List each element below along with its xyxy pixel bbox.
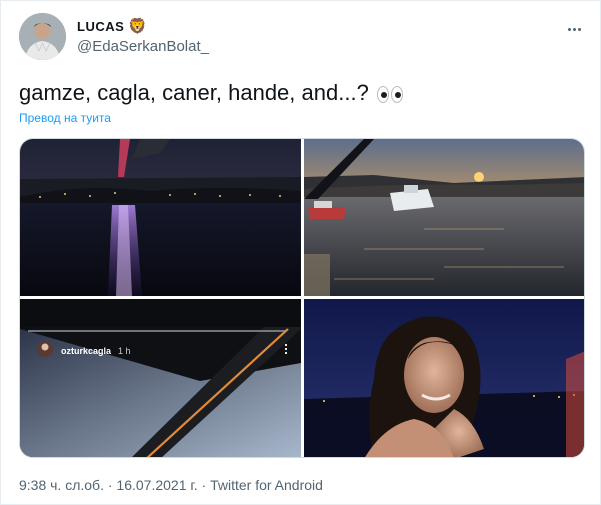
eyes-emoji — [376, 85, 403, 103]
story-username: ozturkcagla — [61, 346, 112, 356]
photo-instagram-story[interactable]: ozturkcagla 1 h — [20, 299, 301, 457]
author-names: LUCAS 🦁 @EdaSerkanBolat_ — [77, 19, 209, 55]
story-time: 1 h — [118, 346, 131, 356]
tweet-header: LUCAS 🦁 @EdaSerkanBolat_ — [19, 13, 584, 61]
lion-emoji: 🦁 — [128, 18, 148, 35]
tweet-timestamp[interactable]: 9:38 ч. сл.об. · 16.07.2021 г. · Twitter… — [19, 477, 323, 493]
media-grid: ozturkcagla 1 h — [19, 138, 585, 458]
photo-portrait-night[interactable] — [304, 299, 584, 457]
author-handle[interactable]: @EdaSerkanBolat_ — [77, 38, 209, 55]
tweet-card: LUCAS 🦁 @EdaSerkanBolat_ gamze, cagla, c… — [0, 0, 601, 505]
avatar[interactable] — [19, 13, 66, 60]
translate-tweet-link[interactable]: Превод на туита — [19, 111, 111, 125]
tweet-text: gamze, cagla, caner, hande, and...? — [19, 79, 403, 107]
photo-sunset-boats[interactable] — [304, 139, 584, 296]
tweet-text-content: gamze, cagla, caner, hande, and...? — [19, 80, 369, 105]
more-dots-icon[interactable] — [564, 19, 584, 39]
display-name[interactable]: LUCAS 🦁 — [77, 19, 209, 34]
display-name-text[interactable]: LUCAS — [77, 19, 124, 34]
photo-bridge-night[interactable] — [20, 139, 301, 296]
